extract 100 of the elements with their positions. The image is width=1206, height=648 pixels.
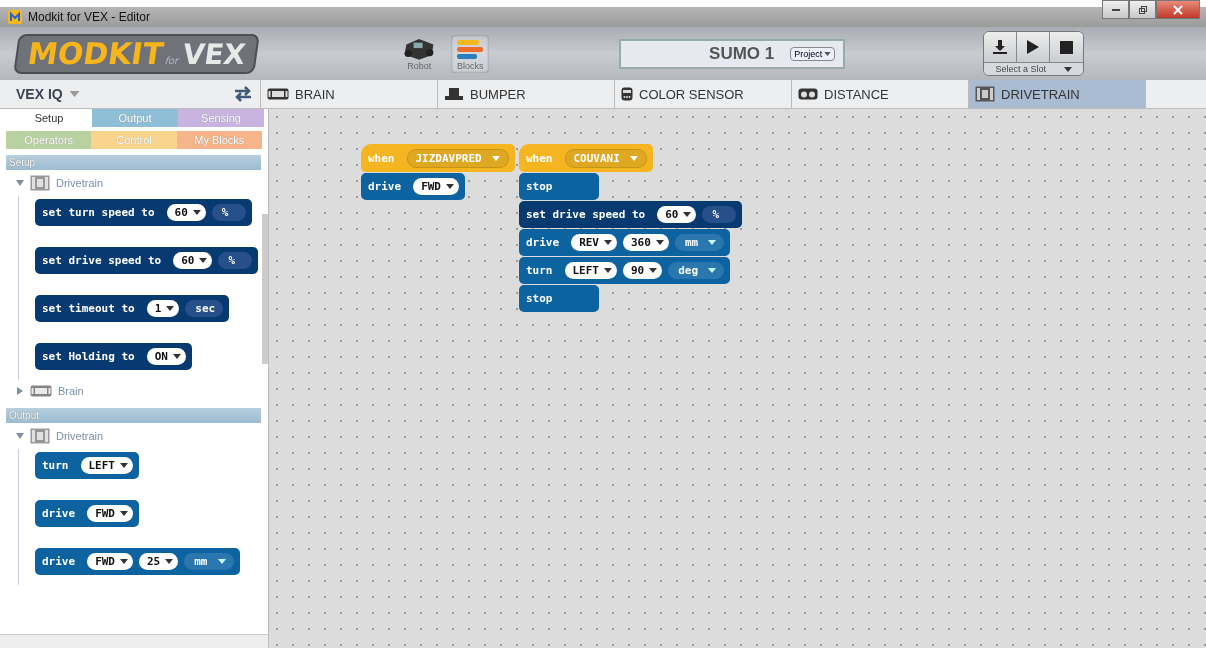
code-block[interactable]: set drive speed to 60 %	[35, 247, 259, 274]
block-dropdown[interactable]: 1	[146, 300, 180, 317]
code-block[interactable]: stop	[519, 285, 599, 312]
unit-dropdown[interactable]: %	[702, 206, 737, 223]
stop-button[interactable]	[1050, 32, 1084, 62]
collapse-triangle-icon[interactable]	[16, 432, 24, 440]
bumper-icon	[444, 87, 464, 101]
platform-dropdown[interactable]: VEX IQ	[0, 80, 232, 108]
caret-icon	[166, 306, 175, 311]
block-dropdown[interactable]: LEFT	[564, 262, 617, 279]
block-label: set turn speed to	[42, 206, 155, 219]
block-dropdown[interactable]: 90	[623, 262, 663, 279]
unit-dropdown[interactable]: %	[211, 204, 246, 221]
code-block[interactable]: drive FWD	[35, 500, 139, 527]
block-dropdown[interactable]: 360	[623, 234, 669, 251]
stop-icon	[1060, 40, 1074, 54]
code-block[interactable]: drive FWD 25 mm	[35, 548, 240, 575]
block-dropdown[interactable]: FWD	[413, 178, 459, 195]
block-label: when	[368, 151, 395, 165]
device-tab[interactable]: DRIVETRAIN	[968, 80, 1145, 108]
block-label: drive	[526, 236, 560, 249]
block-label: set Holding to	[42, 350, 135, 363]
caret-icon	[708, 268, 717, 273]
caret-icon	[604, 268, 612, 273]
caret-icon	[491, 155, 500, 161]
group-label[interactable]: Drivetrain	[56, 177, 104, 189]
section-header: Setup	[6, 155, 261, 170]
slot-dropdown[interactable]: Select a Slot	[984, 62, 1084, 75]
app-icon	[8, 10, 22, 24]
swap-icon[interactable]	[232, 86, 254, 102]
caret-icon	[120, 559, 128, 564]
code-block[interactable]: turn LEFT 90 deg	[519, 257, 731, 284]
minimize-button[interactable]	[1102, 0, 1129, 19]
block-label: drive	[42, 507, 76, 520]
mode-button[interactable]: Blocks	[451, 34, 490, 73]
brain-icon	[267, 88, 289, 100]
caret-icon	[649, 268, 658, 273]
code-block[interactable]: drive REV 360 mm	[519, 229, 731, 256]
block-dropdown[interactable]: 25	[139, 553, 179, 570]
block-label: drive	[368, 180, 402, 193]
sensor-icon	[621, 87, 633, 101]
close-button[interactable]	[1156, 0, 1200, 19]
caret-icon	[217, 559, 226, 564]
group-label[interactable]: Drivetrain	[56, 430, 104, 442]
code-block[interactable]: set timeout to 1 sec	[35, 295, 230, 322]
unit-dropdown[interactable]: deg	[668, 262, 725, 279]
code-block[interactable]: drive FWD	[361, 173, 465, 200]
block-label: stop	[526, 292, 553, 305]
drivetrain-icon	[975, 86, 995, 102]
block-label: turn	[42, 459, 69, 472]
block-label: stop	[526, 180, 553, 193]
unit-dropdown[interactable]: mm	[184, 553, 234, 570]
window-title: Modkit for VEX - Editor	[28, 10, 151, 24]
block-label: set drive speed to	[42, 254, 162, 267]
block-dropdown[interactable]: FWD	[87, 505, 133, 522]
code-block[interactable]: stop	[519, 173, 599, 200]
download-icon	[992, 39, 1009, 55]
block-dropdown[interactable]: FWD	[87, 553, 133, 570]
caret-icon	[192, 210, 201, 215]
scrollbar[interactable]	[262, 214, 268, 364]
play-button[interactable]	[1017, 32, 1051, 62]
caret-icon	[165, 559, 174, 564]
download-button[interactable]	[984, 32, 1018, 62]
unit-dropdown[interactable]: sec	[185, 300, 224, 317]
block-label: when	[526, 151, 553, 165]
close-icon	[1173, 4, 1183, 15]
caret-icon	[629, 155, 638, 161]
block-label: set timeout to	[42, 302, 135, 315]
caret-icon	[708, 240, 717, 245]
restore-button[interactable]	[1129, 0, 1156, 19]
code-block[interactable]: set Holding to ON	[35, 343, 192, 370]
block-label: drive	[42, 555, 76, 568]
block-dropdown[interactable]: ON	[146, 348, 186, 365]
block-label: set drive speed to	[526, 208, 646, 221]
block-dropdown[interactable]: 60	[657, 206, 697, 223]
block-dropdown[interactable]: 60	[173, 252, 213, 269]
caret-icon	[172, 354, 181, 359]
play-icon	[1026, 39, 1041, 55]
block-dropdown[interactable]: 60	[166, 204, 206, 221]
caret-icon	[1064, 66, 1073, 72]
code-block[interactable]: turn LEFT	[35, 452, 139, 479]
caret-icon	[120, 511, 128, 516]
caret-icon	[446, 184, 454, 189]
block-label: turn	[526, 264, 553, 277]
block-dropdown[interactable]: REV	[571, 234, 617, 251]
expand-triangle-icon[interactable]	[16, 387, 24, 395]
code-block[interactable]: set turn speed to 60 %	[35, 199, 252, 226]
drivetrain-icon	[30, 428, 50, 444]
code-block[interactable]: set drive speed to 60 %	[519, 201, 743, 228]
unit-dropdown[interactable]: %	[218, 252, 253, 269]
drivetrain-icon	[30, 175, 50, 191]
caret-icon	[683, 212, 692, 217]
block-dropdown[interactable]: LEFT	[80, 457, 133, 474]
logo: MODKITfor VEX	[13, 33, 261, 74]
project-menu-button[interactable]: Project	[790, 46, 836, 61]
scrollbar[interactable]	[0, 634, 268, 648]
collapse-triangle-icon[interactable]	[16, 179, 24, 187]
unit-dropdown[interactable]: mm	[674, 234, 725, 251]
caret-icon	[68, 91, 80, 97]
caret-icon	[824, 51, 832, 56]
